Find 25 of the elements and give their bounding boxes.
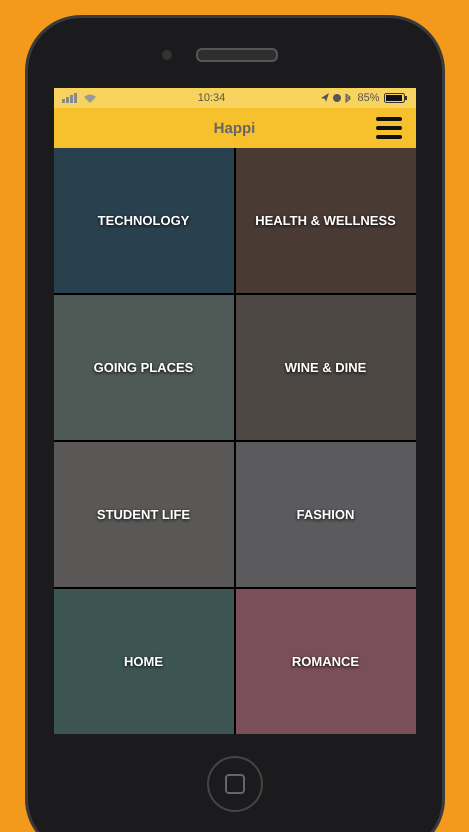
home-button[interactable] <box>206 756 262 812</box>
menu-button[interactable] <box>376 117 402 139</box>
clock-time: 10:34 <box>198 92 226 104</box>
category-label: GOING PLACES <box>94 360 194 375</box>
category-tile[interactable]: STUDENT LIFE <box>54 442 234 587</box>
category-tile[interactable]: GOING PLACES <box>54 295 234 440</box>
category-label: WINE & DINE <box>284 360 366 375</box>
category-tile[interactable]: FASHION <box>236 442 416 587</box>
category-label: TECHNOLOGY <box>98 213 190 228</box>
battery-icon <box>384 93 408 103</box>
status-icons <box>321 93 354 103</box>
category-label: STUDENT LIFE <box>96 507 190 522</box>
app-logo: Happi <box>214 120 256 136</box>
category-label: HOME <box>124 654 163 669</box>
category-tile[interactable]: ROMANCE <box>236 589 416 734</box>
category-tile[interactable]: TECHNOLOGY <box>54 148 234 293</box>
category-tile[interactable]: HOME <box>54 589 234 734</box>
camera-icon <box>162 50 172 60</box>
category-tile[interactable]: HEALTH & WELLNESS <box>236 148 416 293</box>
category-tile[interactable]: WINE & DINE <box>236 295 416 440</box>
speaker-icon <box>196 48 278 62</box>
category-label: FASHION <box>296 507 354 522</box>
category-label: ROMANCE <box>292 654 360 669</box>
category-label: HEALTH & WELLNESS <box>255 213 396 228</box>
battery-percent: 85% <box>357 92 380 104</box>
